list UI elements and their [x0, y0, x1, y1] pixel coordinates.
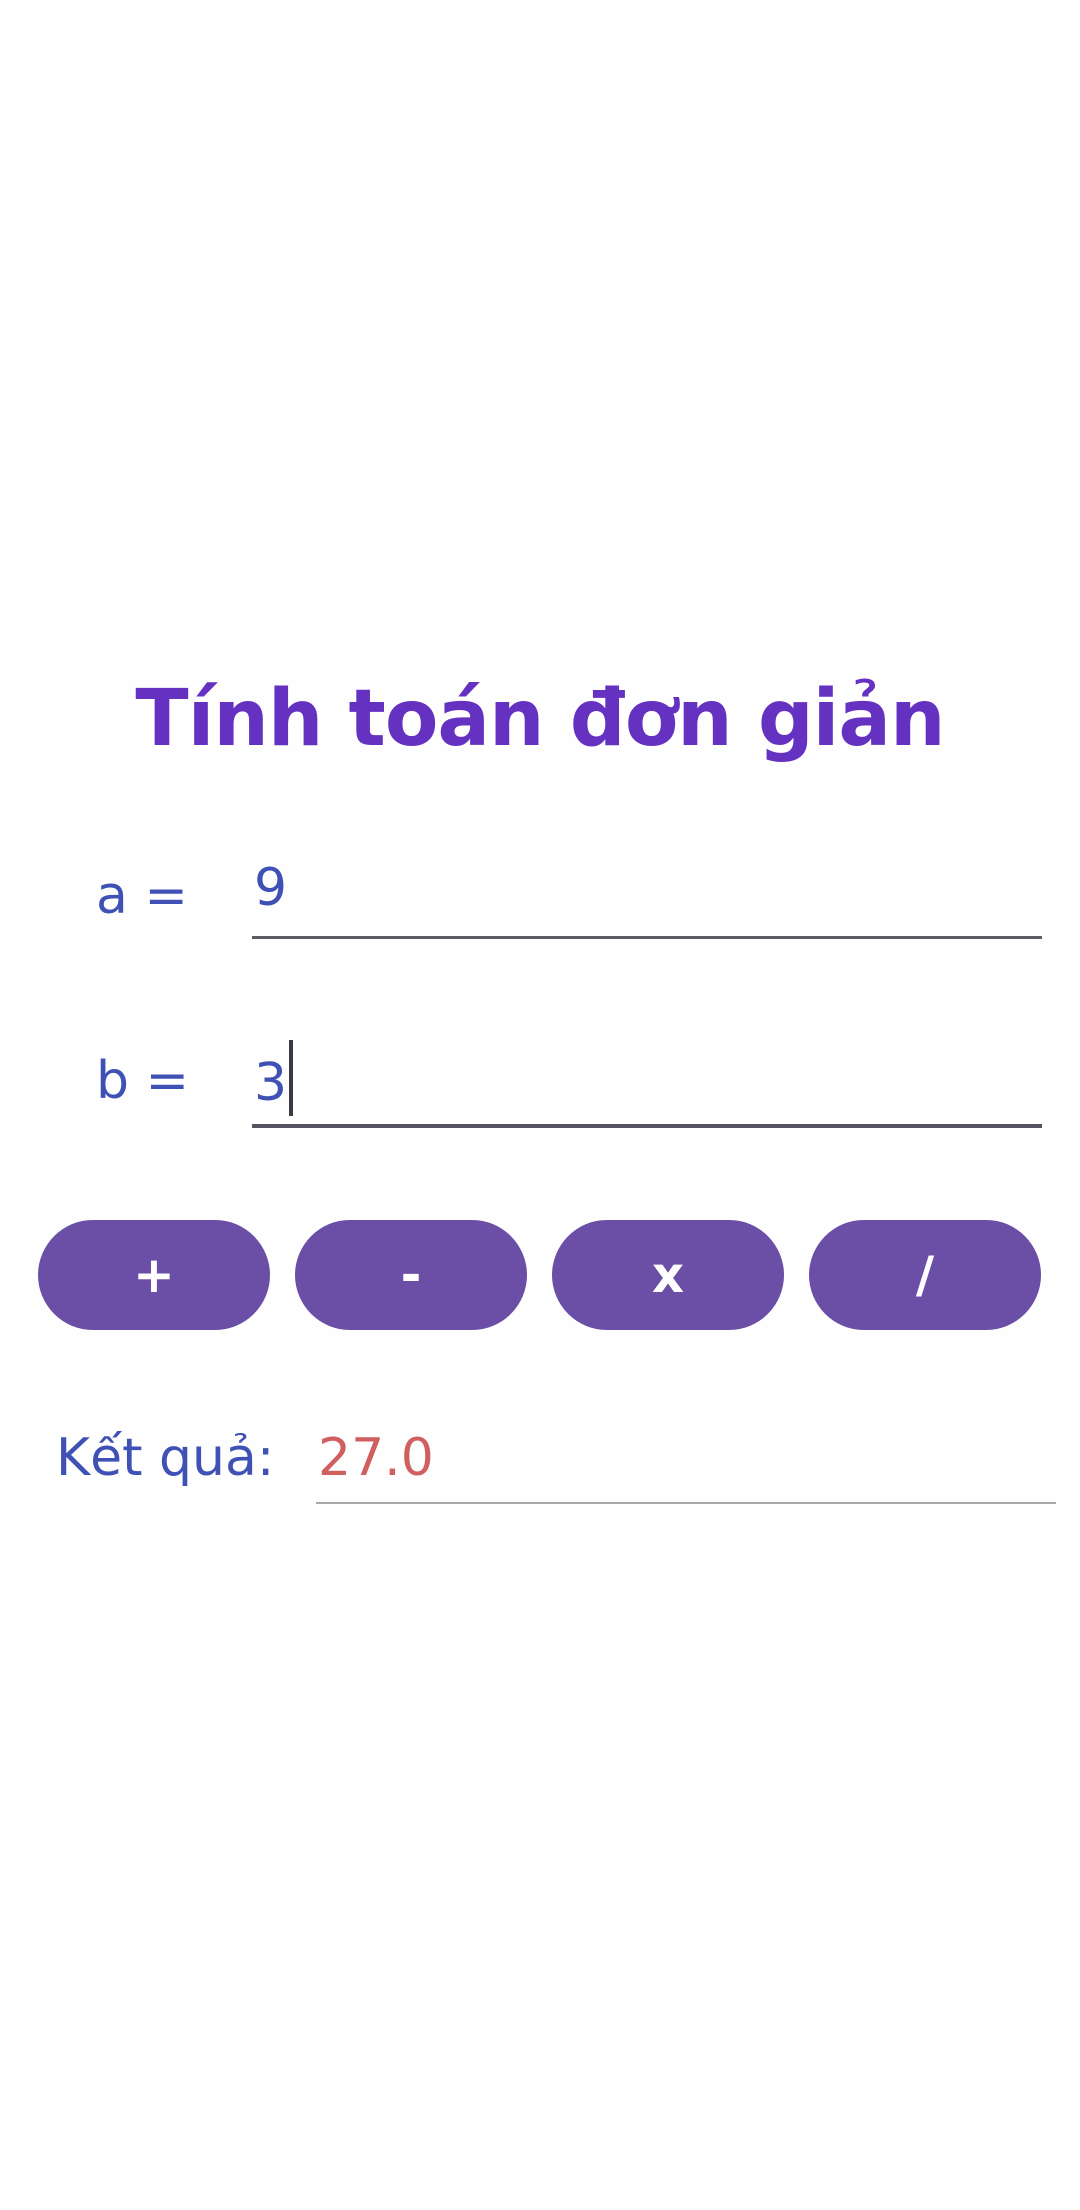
- result-label: Kết quả:: [56, 1428, 275, 1488]
- operation-buttons: + - x /: [38, 1220, 1042, 1330]
- page-title: Tính toán đơn giản: [135, 674, 945, 764]
- input-a-value: 9: [254, 858, 288, 918]
- input-b-label: b =: [96, 1051, 190, 1111]
- divide-button[interactable]: /: [809, 1220, 1041, 1330]
- subtract-button[interactable]: -: [295, 1220, 527, 1330]
- input-b-value: 3: [254, 1053, 288, 1113]
- input-b-field[interactable]: 3: [252, 1040, 1042, 1128]
- text-cursor: [289, 1040, 294, 1116]
- input-a-label: a =: [96, 866, 188, 926]
- multiply-button[interactable]: x: [552, 1220, 784, 1330]
- add-button[interactable]: +: [38, 1220, 270, 1330]
- result-field: 27.0: [316, 1422, 1056, 1504]
- result-value: 27.0: [318, 1428, 434, 1488]
- input-a-field[interactable]: 9: [252, 862, 1042, 939]
